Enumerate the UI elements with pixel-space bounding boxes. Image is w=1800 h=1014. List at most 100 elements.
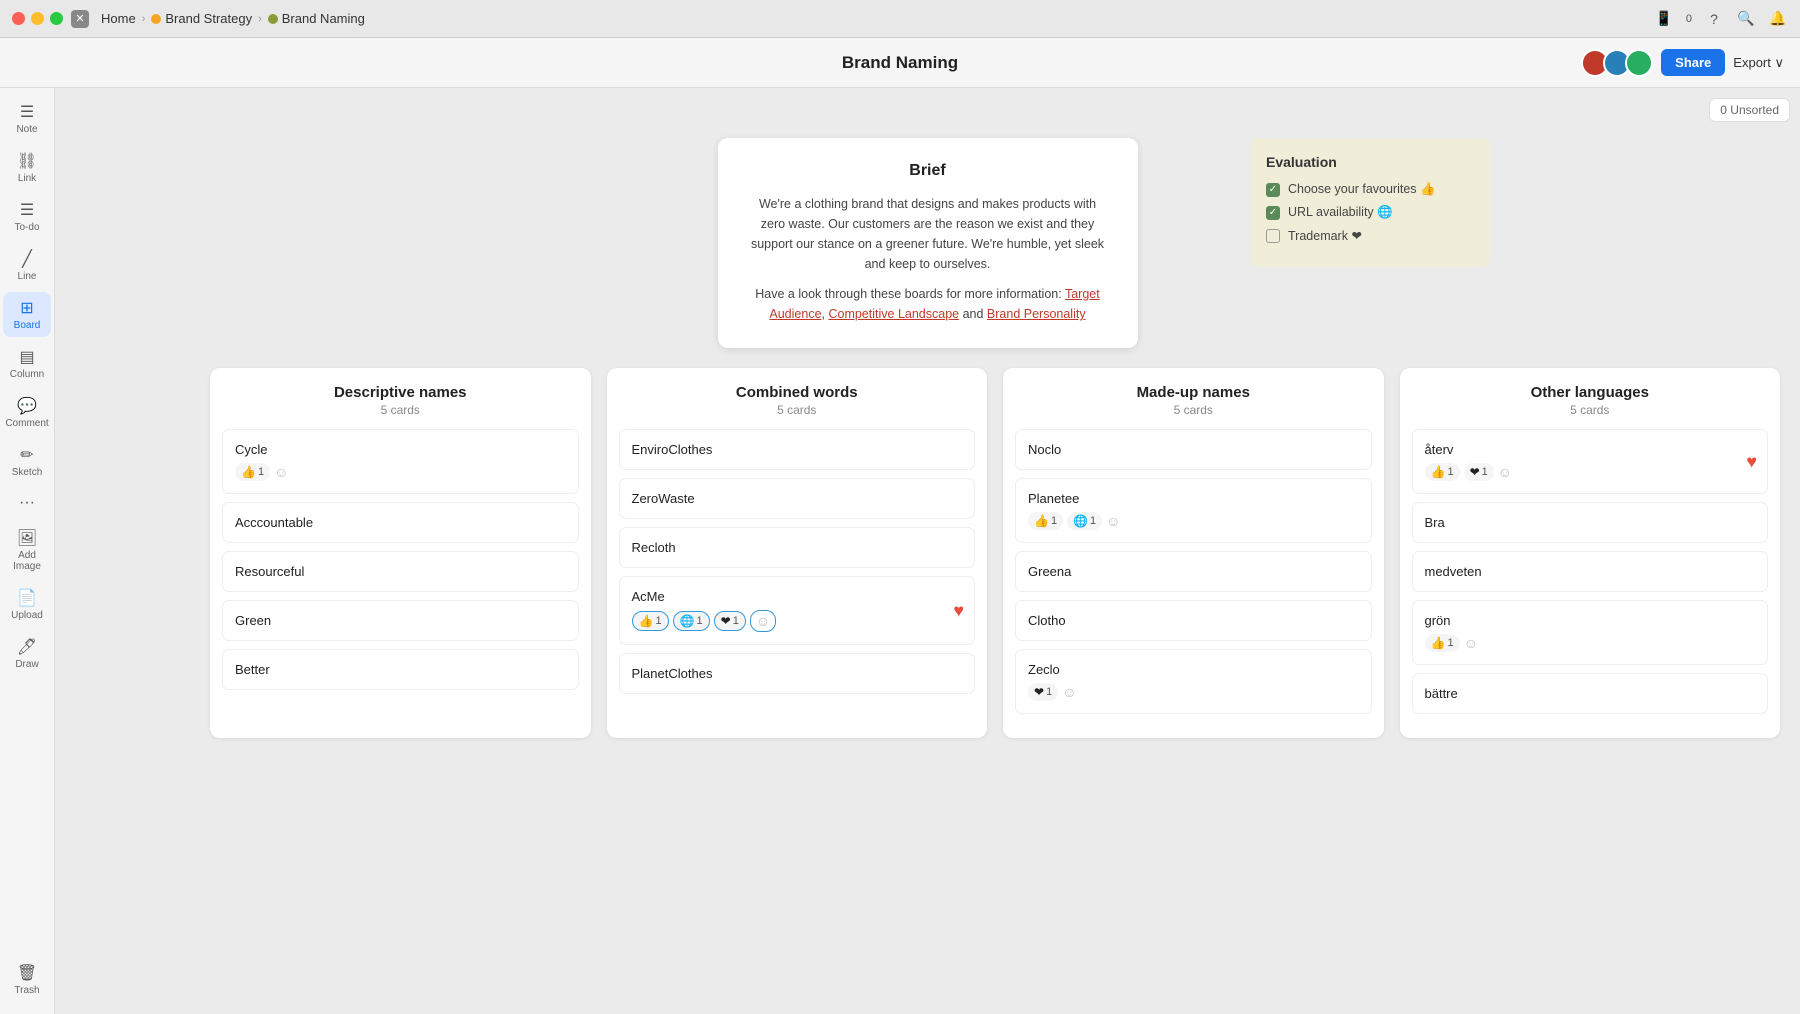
card-aterv-reactions: 👍1 ❤1 ☺ bbox=[1425, 463, 1756, 481]
card-greena-text: Greena bbox=[1028, 564, 1071, 579]
card-acccountable[interactable]: Acccountable bbox=[222, 502, 579, 543]
card-gron[interactable]: grön 👍1 ☺ bbox=[1412, 600, 1769, 665]
card-medveten-text: medveten bbox=[1425, 564, 1482, 579]
sidebar-item-upload[interactable]: 📄 Upload bbox=[3, 582, 51, 627]
card-clotho-text: Clotho bbox=[1028, 613, 1066, 628]
title-bar-right: 📱 0 ? 🔍 🔔 bbox=[1654, 9, 1788, 29]
card-better[interactable]: Better bbox=[222, 649, 579, 690]
maximize-button[interactable] bbox=[50, 12, 63, 25]
card-bra[interactable]: Bra bbox=[1412, 502, 1769, 543]
minimize-button[interactable] bbox=[31, 12, 44, 25]
reaction-aterv-heart[interactable]: ❤1 bbox=[1464, 463, 1494, 481]
avatar-3 bbox=[1625, 49, 1653, 77]
card-enviroclothes[interactable]: EnviroClothes bbox=[619, 429, 976, 470]
col-madeup-count: 5 cards bbox=[1015, 403, 1372, 417]
card-aterv[interactable]: återv ♥ 👍1 ❤1 ☺ bbox=[1412, 429, 1769, 494]
card-battre[interactable]: bättre bbox=[1412, 673, 1769, 714]
card-green-text: Green bbox=[235, 613, 271, 628]
reaction-planetee-thumb[interactable]: 👍1 bbox=[1028, 512, 1063, 530]
sidebar-item-draw[interactable]: 🖊 Draw bbox=[3, 631, 51, 676]
sidebar-item-column[interactable]: ▤ Column bbox=[3, 341, 51, 386]
reaction-zeclo-add[interactable]: ☺ bbox=[1062, 684, 1076, 700]
reaction-gron-thumb[interactable]: 👍1 bbox=[1425, 634, 1460, 652]
col-combined-count: 5 cards bbox=[619, 403, 976, 417]
sidebar-item-sketch[interactable]: ✏ Sketch bbox=[3, 439, 51, 484]
traffic-lights bbox=[12, 12, 63, 25]
eval-checkbox-3[interactable] bbox=[1266, 229, 1280, 243]
canvas-area[interactable]: 0 Unsorted Brief We're a clothing brand … bbox=[55, 88, 1800, 1014]
column-combined: Combined words 5 cards EnviroClothes Zer… bbox=[607, 368, 988, 738]
sidebar-item-link[interactable]: ⛓ Link bbox=[3, 145, 51, 190]
breadcrumb-brand-strategy-label: Brand Strategy bbox=[165, 11, 252, 26]
reaction-aterv-add[interactable]: ☺ bbox=[1498, 464, 1512, 480]
sidebar-item-board[interactable]: ⊞ Board bbox=[3, 292, 51, 337]
card-zeclo-text: Zeclo bbox=[1028, 662, 1060, 677]
card-acccountable-text: Acccountable bbox=[235, 515, 313, 530]
sidebar-comment-label: Comment bbox=[5, 418, 48, 429]
sidebar-item-trash[interactable]: 🗑 Trash bbox=[3, 957, 51, 1002]
sidebar-item-addimage[interactable]: 🖼 Add Image bbox=[3, 522, 51, 578]
reaction-zeclo-heart[interactable]: ❤1 bbox=[1028, 683, 1058, 701]
column-languages: Other languages 5 cards återv ♥ 👍1 ❤1 ☺ … bbox=[1400, 368, 1781, 738]
card-cycle[interactable]: Cycle 👍1 ☺ bbox=[222, 429, 579, 494]
col-descriptive-title: Descriptive names bbox=[222, 384, 579, 401]
sidebar-item-comment[interactable]: 💬 Comment bbox=[3, 390, 51, 435]
reaction-aterv-thumb[interactable]: 👍1 bbox=[1425, 463, 1460, 481]
brief-paragraph1: We're a clothing brand that designs and … bbox=[746, 194, 1110, 274]
reaction-gron-add[interactable]: ☺ bbox=[1464, 635, 1478, 651]
card-planetclothes[interactable]: PlanetClothes bbox=[619, 653, 976, 694]
close-button[interactable] bbox=[12, 12, 25, 25]
brand-personality-link[interactable]: Brand Personality bbox=[987, 307, 1086, 321]
sketch-icon: ✏ bbox=[20, 445, 33, 465]
col-languages-count: 5 cards bbox=[1412, 403, 1769, 417]
eval-checkbox-2[interactable]: ✓ bbox=[1266, 206, 1280, 220]
share-button[interactable]: Share bbox=[1661, 49, 1725, 76]
sidebar-item-more[interactable]: ··· bbox=[3, 488, 51, 518]
reaction-thumb[interactable]: 👍1 bbox=[235, 463, 270, 481]
reaction-acme-heart[interactable]: ❤1 bbox=[714, 611, 746, 631]
sidebar-upload-label: Upload bbox=[11, 610, 43, 621]
eval-checkbox-1[interactable]: ✓ bbox=[1266, 183, 1280, 197]
reaction-planetee-globe[interactable]: 🌐1 bbox=[1067, 512, 1102, 530]
sidebar-item-line[interactable]: ╱ Line bbox=[3, 243, 51, 288]
device-icon[interactable]: 📱 bbox=[1654, 9, 1674, 29]
app-header: Brand Naming Share Export ∨ bbox=[0, 38, 1800, 88]
breadcrumb-brand-strategy[interactable]: Brand Strategy bbox=[151, 11, 252, 26]
sidebar-addimage-label: Add Image bbox=[7, 550, 47, 572]
search-icon[interactable]: 🔍 bbox=[1736, 9, 1756, 29]
reaction-acme-globe[interactable]: 🌐1 bbox=[673, 611, 710, 631]
note-icon: ☰ bbox=[20, 102, 34, 122]
line-icon: ╱ bbox=[22, 249, 32, 269]
reaction-acme-thumb[interactable]: 👍1 bbox=[632, 611, 669, 631]
reaction-acme-add[interactable]: ☺ bbox=[750, 610, 776, 632]
reaction-planetee-add[interactable]: ☺ bbox=[1106, 513, 1120, 529]
card-zeclo[interactable]: Zeclo ❤1 ☺ bbox=[1015, 649, 1372, 714]
reaction-add[interactable]: ☺ bbox=[274, 464, 288, 480]
sidebar-item-todo[interactable]: ☰ To-do bbox=[3, 194, 51, 239]
eval-item-3: Trademark ❤ bbox=[1266, 228, 1474, 243]
card-green[interactable]: Green bbox=[222, 600, 579, 641]
export-button[interactable]: Export ∨ bbox=[1733, 55, 1784, 71]
card-clotho[interactable]: Clotho bbox=[1015, 600, 1372, 641]
card-planetee[interactable]: Planetee 👍1 🌐1 ☺ bbox=[1015, 478, 1372, 543]
card-greena[interactable]: Greena bbox=[1015, 551, 1372, 592]
eval-label-1: Choose your favourites 👍 bbox=[1288, 182, 1436, 197]
col-combined-title: Combined words bbox=[619, 384, 976, 401]
breadcrumb-brand-naming[interactable]: Brand Naming bbox=[268, 11, 365, 26]
card-medveten[interactable]: medveten bbox=[1412, 551, 1769, 592]
card-planetclothes-text: PlanetClothes bbox=[632, 666, 713, 681]
todo-icon: ☰ bbox=[20, 200, 34, 220]
addimage-icon: 🖼 bbox=[17, 528, 37, 548]
sidebar-item-note[interactable]: ☰ Note bbox=[3, 96, 51, 141]
card-acme[interactable]: AcMe ♥ 👍1 🌐1 ❤1 ☺ bbox=[619, 576, 976, 645]
card-resourceful[interactable]: Resourceful bbox=[222, 551, 579, 592]
notification-icon[interactable]: 🔔 bbox=[1768, 9, 1788, 29]
card-zerowaste[interactable]: ZeroWaste bbox=[619, 478, 976, 519]
card-recloth[interactable]: Recloth bbox=[619, 527, 976, 568]
help-icon[interactable]: ? bbox=[1704, 9, 1724, 29]
brief-sep2: and bbox=[959, 307, 987, 321]
breadcrumb-home[interactable]: Home bbox=[101, 11, 136, 26]
unsorted-badge[interactable]: 0 Unsorted bbox=[1709, 98, 1790, 122]
card-noclo[interactable]: Noclo bbox=[1015, 429, 1372, 470]
competitive-landscape-link[interactable]: Competitive Landscape bbox=[828, 307, 959, 321]
